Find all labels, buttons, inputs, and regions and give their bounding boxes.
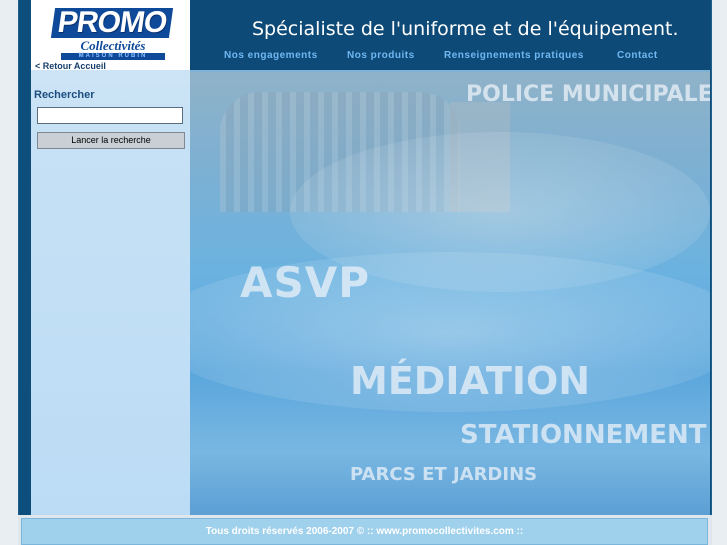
search-button[interactable]: Lancer la recherche <box>37 132 185 149</box>
logo-brand: PROMO <box>50 6 174 39</box>
hero-word-parcs: PARCS ET JARDINS <box>350 464 538 485</box>
search-input[interactable] <box>37 107 183 124</box>
logo[interactable]: PROMO Collectivités MAISON RUBIN < Retou… <box>31 0 190 71</box>
hero-word-stationnement: STATIONNEMENT <box>460 420 707 450</box>
nav-produits[interactable]: Nos produits <box>347 50 415 61</box>
footer: Tous droits réservés 2006-2007 © :: www.… <box>21 518 708 545</box>
logo-subtitle: Collectivités <box>80 38 146 53</box>
hero-word-mediation: MÉDIATION <box>350 359 591 403</box>
hero-word-asvp: ASVP <box>240 258 371 307</box>
header: Spécialiste de l'uniforme et de l'équipe… <box>190 0 710 70</box>
main-nav: Nos engagements Nos produits Renseigneme… <box>190 50 710 64</box>
header-tagline: Spécialiste de l'uniforme et de l'équipe… <box>252 18 679 40</box>
nav-contact[interactable]: Contact <box>617 50 658 61</box>
back-home-link[interactable]: < Retour Accueil <box>35 61 106 71</box>
left-sidebar <box>31 0 190 515</box>
nav-renseignements[interactable]: Renseignements pratiques <box>444 50 584 61</box>
hero-word-police: POLICE MUNICIPALE <box>466 82 710 107</box>
search-title: Rechercher <box>34 89 95 101</box>
nav-engagements[interactable]: Nos engagements <box>224 50 318 61</box>
hero-banner: POLICE MUNICIPALE ASVP MÉDIATION STATION… <box>190 72 710 515</box>
logo-tagline: MAISON RUBIN <box>61 53 165 60</box>
